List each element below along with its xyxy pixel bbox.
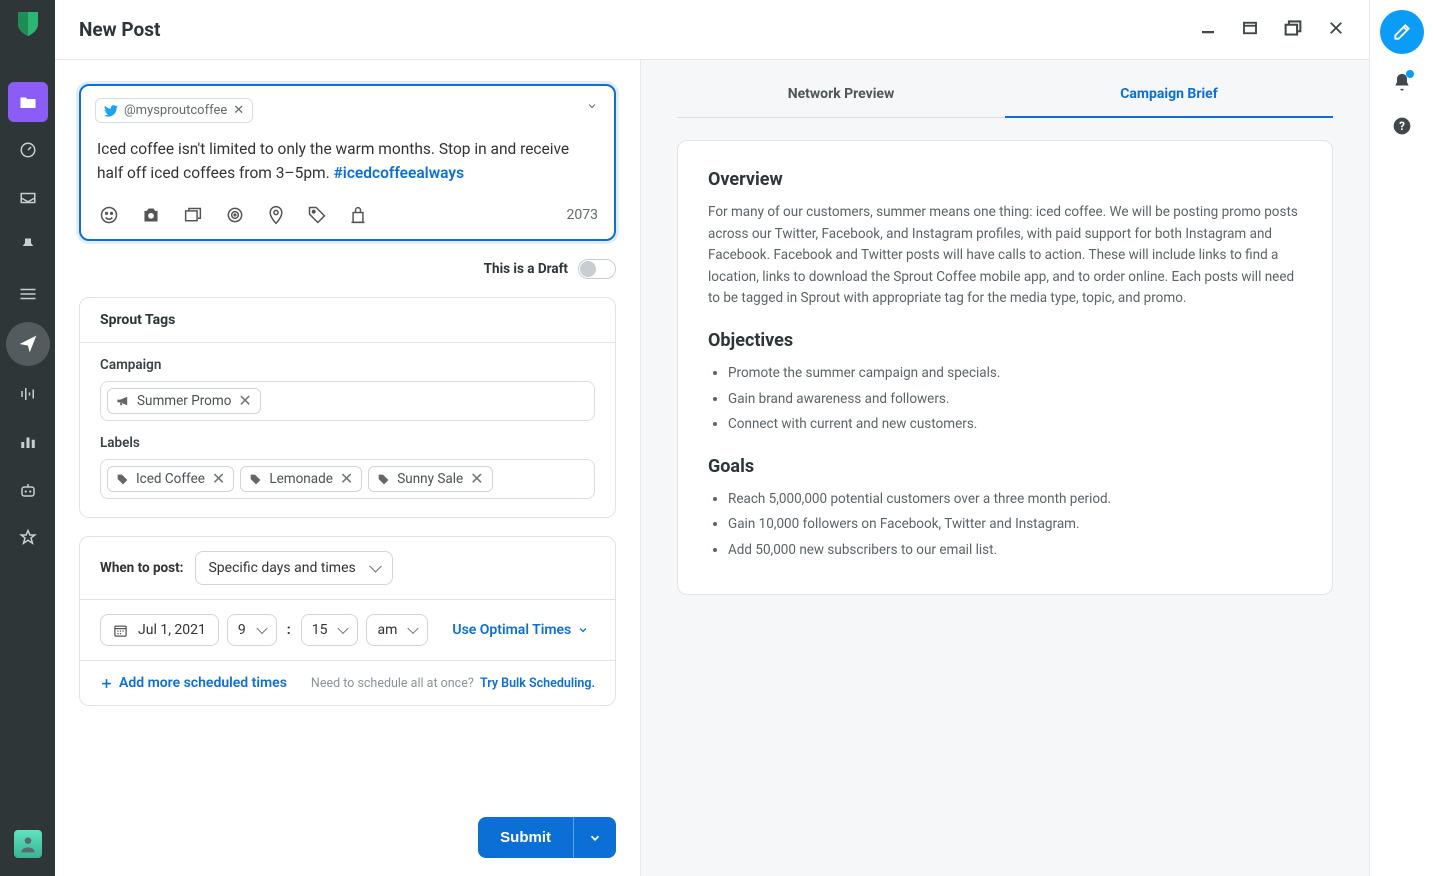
approval-icon[interactable] bbox=[349, 205, 367, 225]
tag-icon bbox=[377, 473, 390, 486]
draft-label: This is a Draft bbox=[484, 261, 568, 277]
tab-network-preview[interactable]: Network Preview bbox=[677, 78, 1005, 118]
account-chip[interactable]: @mysproutcoffee ✕ bbox=[95, 98, 253, 123]
calendar-icon bbox=[113, 623, 128, 638]
account-handle: @mysproutcoffee bbox=[124, 103, 227, 118]
svg-text:?: ? bbox=[1399, 119, 1405, 133]
twitter-icon bbox=[104, 105, 118, 117]
draft-toggle[interactable] bbox=[578, 259, 616, 279]
remove-tag-icon[interactable]: ✕ bbox=[470, 471, 483, 487]
campaign-label: Campaign bbox=[100, 357, 595, 373]
use-optimal-times-link[interactable]: Use Optimal Times bbox=[452, 622, 589, 638]
nav-item-inbox[interactable] bbox=[8, 178, 48, 218]
notification-badge bbox=[1406, 70, 1414, 78]
hour-select[interactable]: 9 bbox=[227, 614, 277, 646]
tab-campaign-brief[interactable]: Campaign Brief bbox=[1005, 78, 1333, 118]
modal-header: New Post bbox=[55, 0, 1369, 60]
nav-item-listening[interactable] bbox=[8, 374, 48, 414]
label-tag[interactable]: Lemonade ✕ bbox=[240, 466, 362, 492]
submit-button[interactable]: Submit bbox=[478, 817, 573, 858]
window-cascade-button[interactable] bbox=[1283, 19, 1303, 41]
ampm-select[interactable]: am bbox=[366, 614, 428, 646]
target-icon[interactable] bbox=[225, 205, 245, 225]
gallery-icon[interactable] bbox=[183, 206, 203, 224]
list-item: Connect with current and new customers. bbox=[728, 414, 1302, 436]
list-item: Promote the summer campaign and specials… bbox=[728, 363, 1302, 385]
plus-icon bbox=[100, 677, 113, 690]
composer-textarea[interactable]: Iced coffee isn't limited to only the wa… bbox=[81, 133, 614, 199]
compose-pane: @mysproutcoffee ✕ Iced coffee isn't limi… bbox=[55, 60, 641, 876]
campaign-input[interactable]: Summer Promo ✕ bbox=[100, 381, 595, 421]
page-title: New Post bbox=[79, 18, 1199, 41]
remove-tag-icon[interactable]: ✕ bbox=[340, 471, 353, 487]
utility-rail: ? bbox=[1369, 0, 1433, 876]
objectives-heading: Objectives bbox=[708, 330, 1302, 351]
overview-heading: Overview bbox=[708, 169, 1302, 190]
bulk-schedule-hint: Need to schedule all at once? Try Bulk S… bbox=[311, 676, 595, 691]
preview-pane: Network Preview Campaign Brief Overview … bbox=[641, 60, 1369, 876]
emoji-icon[interactable] bbox=[99, 205, 119, 225]
time-colon: : bbox=[285, 622, 293, 638]
goals-list: Reach 5,000,000 potential customers over… bbox=[708, 489, 1302, 562]
nav-item-reports[interactable] bbox=[8, 422, 48, 462]
nav-item-dashboard[interactable] bbox=[8, 130, 48, 170]
remove-account-icon[interactable]: ✕ bbox=[233, 103, 244, 118]
label-tag[interactable]: Iced Coffee ✕ bbox=[107, 466, 234, 492]
help-button[interactable]: ? bbox=[1392, 116, 1412, 140]
labels-label: Labels bbox=[100, 435, 595, 451]
submit-dropdown-button[interactable] bbox=[573, 817, 616, 858]
overview-text: For many of our customers, summer means … bbox=[708, 202, 1302, 310]
campaign-tag[interactable]: Summer Promo ✕ bbox=[107, 388, 261, 414]
hashtag-text: #icedcoffeealways bbox=[334, 164, 465, 182]
nav-item-bot[interactable] bbox=[8, 470, 48, 510]
close-button[interactable] bbox=[1327, 19, 1345, 41]
date-picker[interactable]: Jul 1, 2021 bbox=[100, 614, 219, 646]
list-item: Reach 5,000,000 potential customers over… bbox=[728, 489, 1302, 511]
minute-select[interactable]: 15 bbox=[301, 614, 359, 646]
window-restore-button[interactable] bbox=[1241, 19, 1259, 41]
nav-item-feed[interactable] bbox=[8, 274, 48, 314]
goals-heading: Goals bbox=[708, 456, 1302, 477]
user-avatar[interactable] bbox=[14, 830, 42, 858]
location-pin-icon[interactable] bbox=[267, 205, 285, 225]
remove-tag-icon[interactable]: ✕ bbox=[238, 393, 251, 409]
nav-item-reviews[interactable] bbox=[8, 518, 48, 558]
list-item: Gain 10,000 followers on Facebook, Twitt… bbox=[728, 514, 1302, 536]
tags-section-title: Sprout Tags bbox=[80, 298, 615, 343]
campaign-brief-card: Overview For many of our customers, summ… bbox=[677, 140, 1333, 595]
nav-item-library[interactable] bbox=[8, 82, 48, 122]
minimize-button[interactable] bbox=[1199, 19, 1217, 41]
main-nav-rail bbox=[0, 0, 55, 876]
account-picker-caret[interactable] bbox=[586, 100, 598, 116]
label-tag[interactable]: Sunny Sale ✕ bbox=[368, 466, 492, 492]
compose-modal: New Post @mysproutcoffee ✕ bbox=[55, 0, 1369, 876]
objectives-list: Promote the summer campaign and specials… bbox=[708, 363, 1302, 436]
sprout-logo-icon bbox=[16, 10, 40, 38]
notifications-button[interactable] bbox=[1392, 72, 1412, 98]
list-item: Gain brand awareness and followers. bbox=[728, 389, 1302, 411]
tag-icon bbox=[249, 473, 262, 486]
schedule-card: When to post: Specific days and times Ju… bbox=[79, 536, 616, 706]
remove-tag-icon[interactable]: ✕ bbox=[212, 471, 225, 487]
add-scheduled-times-link[interactable]: Add more scheduled times bbox=[100, 675, 287, 691]
megaphone-icon bbox=[116, 395, 130, 407]
labels-input[interactable]: Iced Coffee ✕ Lemonade ✕ Sunny Sale bbox=[100, 459, 595, 499]
character-count: 2073 bbox=[567, 207, 598, 223]
when-to-post-select[interactable]: Specific days and times bbox=[195, 551, 392, 585]
chevron-down-icon bbox=[577, 624, 589, 636]
try-bulk-scheduling-link[interactable]: Try Bulk Scheduling. bbox=[480, 676, 595, 691]
nav-item-pin[interactable] bbox=[8, 226, 48, 266]
nav-item-publishing[interactable] bbox=[6, 322, 50, 366]
list-item: Add 50,000 new subscribers to our email … bbox=[728, 540, 1302, 562]
composer-card: @mysproutcoffee ✕ Iced coffee isn't limi… bbox=[79, 84, 616, 241]
when-to-post-label: When to post: bbox=[100, 560, 183, 576]
compose-fab[interactable] bbox=[1380, 10, 1424, 54]
sprout-tags-card: Sprout Tags Campaign Summer Promo ✕ Labe… bbox=[79, 297, 616, 518]
camera-icon[interactable] bbox=[141, 206, 161, 224]
tag-icon bbox=[116, 473, 129, 486]
tag-icon[interactable] bbox=[307, 205, 327, 225]
